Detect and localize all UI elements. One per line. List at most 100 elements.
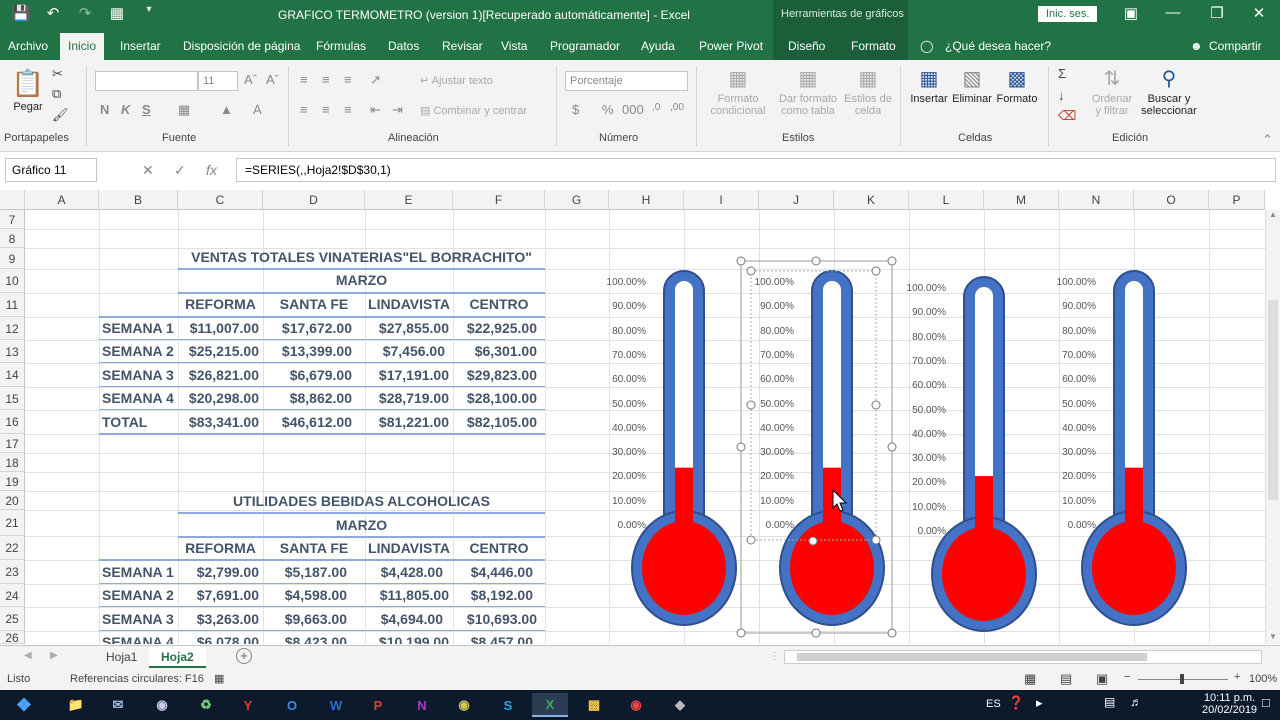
recycle-icon[interactable]: ♻ <box>188 693 224 717</box>
row-header[interactable]: 7 <box>0 210 25 229</box>
format-painter-icon[interactable]: 🖌 <box>52 107 69 123</box>
insert-cells-button[interactable]: ▦ Insertar <box>906 66 952 105</box>
ribbon-display-icon[interactable]: ▣ <box>1116 4 1146 22</box>
signin-button[interactable]: Inic. ses. <box>1038 6 1098 22</box>
table-cell[interactable]: $8,862.00 <box>263 390 352 406</box>
table-cell[interactable]: $13,399.00 <box>263 343 352 359</box>
col-header-n[interactable]: N <box>1059 190 1134 210</box>
align-right-icon[interactable]: ≡ <box>344 102 352 117</box>
normal-view-icon[interactable]: ▦ <box>1024 671 1036 687</box>
sheet-tab-hoja2[interactable]: Hoja2 <box>149 646 206 668</box>
font-name-combo[interactable] <box>95 71 198 91</box>
align-top-icon[interactable]: ≡ <box>300 72 308 87</box>
row-header[interactable]: 17 <box>0 434 25 453</box>
table-cell[interactable]: $20,298.00 <box>178 390 259 406</box>
row-label[interactable]: SEMANA 2 <box>102 343 174 359</box>
table-cell[interactable]: $11,007.00 <box>178 320 259 336</box>
header-reforma[interactable]: REFORMA <box>178 540 263 556</box>
col-header-l[interactable]: L <box>909 190 984 210</box>
outlook-mail-icon[interactable]: ✉ <box>100 693 136 717</box>
row-header[interactable]: 16 <box>0 410 25 434</box>
tab-power-pivot[interactable]: Power Pivot <box>699 39 763 53</box>
table-cell[interactable]: $7,691.00 <box>178 587 259 603</box>
zoom-slider-thumb[interactable] <box>1180 674 1184 684</box>
delete-cells-button[interactable]: ▧ Eliminar <box>950 66 994 105</box>
chrome-icon[interactable]: ◉ <box>618 693 654 717</box>
table-cell[interactable]: $6,078.00 <box>178 634 259 644</box>
skype-icon[interactable]: S <box>490 693 526 717</box>
zoom-in-icon[interactable]: + <box>1234 671 1240 683</box>
row-label[interactable]: SEMANA 4 <box>102 390 174 406</box>
decrease-decimal-icon[interactable]: ,00 <box>670 102 684 113</box>
tab-formulas[interactable]: Fórmulas <box>316 39 366 53</box>
row-header[interactable]: 12 <box>0 317 25 340</box>
percent-icon[interactable]: % <box>602 102 614 117</box>
shrink-font-icon[interactable]: Aˇ <box>266 72 279 87</box>
fill-icon[interactable]: ↓ <box>1058 88 1065 103</box>
table-cell[interactable]: $17,672.00 <box>263 320 352 336</box>
row-header[interactable]: 13 <box>0 340 25 363</box>
scroll-down-icon[interactable]: ▼ <box>1269 632 1277 641</box>
save-icon[interactable]: 💾 <box>10 4 32 22</box>
header-santa-fe[interactable]: SANTA FE <box>263 296 365 312</box>
comma-icon[interactable]: 000 <box>622 102 644 117</box>
font-color-icon[interactable]: A <box>253 102 262 117</box>
col-header-p[interactable]: P <box>1209 190 1265 210</box>
table-cell[interactable]: $28,719.00 <box>365 390 449 406</box>
table-cell[interactable]: $7,456.00 <box>365 343 445 359</box>
row-label[interactable]: SEMANA 3 <box>102 611 174 627</box>
table-cell[interactable]: $27,855.00 <box>365 320 449 336</box>
restore-icon[interactable]: ❐ <box>1202 4 1232 22</box>
table-cell[interactable]: $8,423.00 <box>263 634 347 644</box>
col-header-a[interactable]: A <box>25 190 99 210</box>
yandex-icon[interactable]: Y <box>230 693 266 717</box>
row-header[interactable]: 10 <box>0 269 25 293</box>
header-centro[interactable]: CENTRO <box>453 540 545 556</box>
prev-sheet-icon[interactable]: ◀ <box>24 650 32 661</box>
col-header-j[interactable]: J <box>759 190 834 210</box>
copy-icon[interactable]: ⧉ <box>52 86 61 102</box>
col-header-d[interactable]: D <box>263 190 365 210</box>
find-select-button[interactable]: ⚲ Buscar y seleccionar <box>1136 66 1202 117</box>
zoom-level[interactable]: 100% <box>1249 673 1277 685</box>
table-cell[interactable]: $22,925.00 <box>453 320 537 336</box>
app-icon-2[interactable]: ◉ <box>446 693 482 717</box>
app-icon[interactable]: ◉ <box>144 693 180 717</box>
tab-archivo[interactable]: Archivo <box>8 39 48 53</box>
table-cell[interactable]: $17,191.00 <box>365 367 449 383</box>
sort-filter-button[interactable]: ⇅ Ordenar y filtrar <box>1086 66 1138 117</box>
sheet-tab-hoja1[interactable]: Hoja1 <box>94 646 149 668</box>
align-bottom-icon[interactable]: ≡ <box>344 72 352 87</box>
tab-vista[interactable]: Vista <box>501 39 527 53</box>
orientation-icon[interactable]: ↗ <box>370 72 381 88</box>
formula-input[interactable]: =SERIES(,,Hoja2!$D$30,1) <box>236 158 1276 182</box>
table-cell[interactable]: $4,694.00 <box>365 611 443 627</box>
currency-icon[interactable]: $ <box>572 102 579 117</box>
table-cell[interactable]: $81,221.00 <box>365 414 449 430</box>
table-cell[interactable]: $2,799.00 <box>178 564 259 580</box>
collapse-ribbon-icon[interactable]: ⌃ <box>1262 132 1273 148</box>
table-cell[interactable]: $10,199.00 <box>365 634 449 644</box>
table-month[interactable]: MARZO <box>178 517 545 533</box>
row-label[interactable]: SEMANA 1 <box>102 320 174 336</box>
excel-icon[interactable]: X <box>532 693 568 717</box>
autosum-icon[interactable]: Σ <box>1058 66 1066 81</box>
form-icon[interactable]: ▦ <box>106 4 128 22</box>
row-header[interactable]: 9 <box>0 248 25 269</box>
windows-start-icon[interactable]: ❖ <box>4 693 44 717</box>
table-cell[interactable]: $4,598.00 <box>263 587 347 603</box>
table-cell[interactable]: $26,821.00 <box>178 367 259 383</box>
row-header[interactable]: 18 <box>0 453 25 472</box>
cut-icon[interactable]: ✂ <box>52 66 63 82</box>
increase-indent-icon[interactable]: ⇥ <box>392 102 403 118</box>
tab-programador[interactable]: Programador <box>550 39 620 53</box>
col-header-b[interactable]: B <box>99 190 178 210</box>
page-layout-icon[interactable]: ▤ <box>1060 671 1072 687</box>
tell-me-input[interactable]: ¿Qué desea hacer? <box>945 39 1051 53</box>
header-lindavista[interactable]: LINDAVISTA <box>365 540 453 556</box>
row-label[interactable]: SEMANA 1 <box>102 564 174 580</box>
table-title[interactable]: VENTAS TOTALES VINATERIAS"EL BORRACHITO" <box>178 249 545 265</box>
table-cell[interactable]: $82,105.00 <box>453 414 537 430</box>
row-header[interactable]: 11 <box>0 293 25 317</box>
network-icon[interactable]: ▤ <box>1104 695 1115 709</box>
